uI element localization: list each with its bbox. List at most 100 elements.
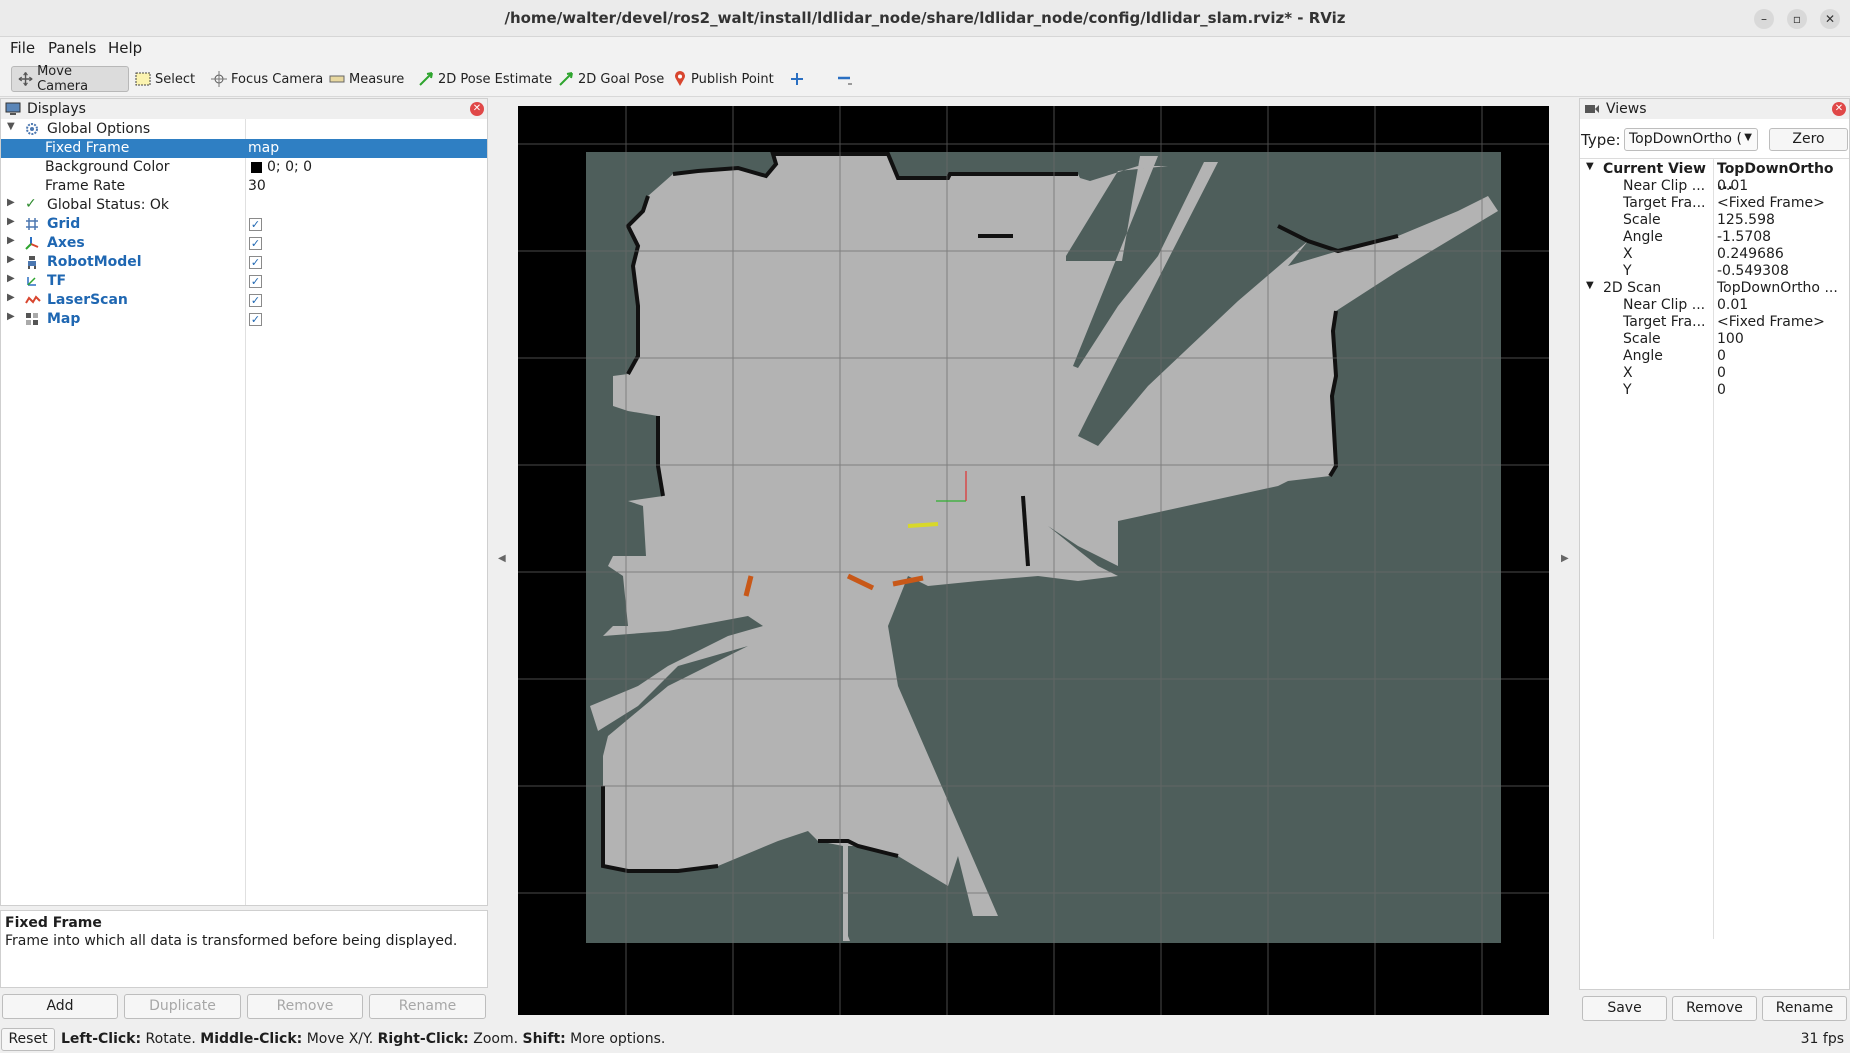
property-row[interactable]: Target Fra... <Fixed Frame> <box>1580 195 1849 212</box>
property-value[interactable]: -0.549308 <box>1717 263 1789 279</box>
expand-arrow-icon[interactable]: ▶ <box>7 273 15 284</box>
remove-view-button[interactable]: Remove <box>1672 996 1757 1021</box>
display-item-tf[interactable]: ▶ TF ✓ <box>1 272 487 291</box>
property-value[interactable]: 100 <box>1717 331 1744 347</box>
property-row[interactable]: Y 0 <box>1580 382 1849 399</box>
property-row[interactable]: Y -0.549308 <box>1580 263 1849 280</box>
help-title: Fixed Frame <box>5 915 102 931</box>
hint-move: Move X/Y. <box>302 1031 378 1047</box>
property-row[interactable]: Near Clip ... 0.01 <box>1580 178 1849 195</box>
minimize-button[interactable]: – <box>1754 9 1774 29</box>
property-value[interactable]: 0 <box>1717 348 1726 364</box>
display-checkbox[interactable]: ✓ <box>249 275 262 288</box>
display-checkbox[interactable]: ✓ <box>249 237 262 250</box>
save-view-button[interactable]: Save <box>1582 996 1667 1021</box>
move-camera-tool[interactable]: Move Camera <box>11 64 129 94</box>
property-value[interactable]: 0.01 <box>1717 297 1748 313</box>
expand-arrow-icon[interactable]: ▶ <box>7 254 15 265</box>
display-item-map[interactable]: ▶ Map ✓ <box>1 310 487 329</box>
collapse-right-icon[interactable]: ▶ <box>1561 553 1569 564</box>
rename-view-button[interactable]: Rename <box>1762 996 1847 1021</box>
pose-estimate-tool[interactable]: 2D Pose Estimate <box>412 66 558 92</box>
property-value[interactable]: <Fixed Frame> <box>1717 195 1825 211</box>
expand-arrow-icon[interactable]: ▼ <box>1586 161 1594 172</box>
expand-arrow-icon[interactable]: ▶ <box>7 292 15 303</box>
scan-view-row[interactable]: ▼ 2D Scan TopDownOrtho ... <box>1580 280 1849 297</box>
property-row[interactable]: Angle 0 <box>1580 348 1849 365</box>
collapse-left-icon[interactable]: ◀ <box>498 553 506 564</box>
focus-camera-tool[interactable]: Focus Camera <box>205 66 329 92</box>
render-viewport[interactable] <box>518 106 1549 1015</box>
display-item-laserscan[interactable]: ▶ LaserScan ✓ <box>1 291 487 310</box>
rename-display-button[interactable]: Rename <box>369 994 486 1019</box>
property-label: Y <box>1623 263 1632 279</box>
hint-left-click: Left-Click: <box>61 1031 142 1047</box>
zero-button[interactable]: Zero <box>1769 128 1848 151</box>
publish-point-tool[interactable]: Publish Point <box>667 66 780 92</box>
display-name: Grid <box>47 216 81 232</box>
frame-rate-row[interactable]: Frame Rate 30 <box>1 177 487 196</box>
menu-help[interactable]: Help <box>108 39 142 57</box>
display-checkbox[interactable]: ✓ <box>249 294 262 307</box>
expand-arrow-icon[interactable]: ▶ <box>7 311 15 322</box>
add-button[interactable]: Add <box>2 994 118 1019</box>
frame-rate-value[interactable]: 30 <box>248 178 266 194</box>
property-label: X <box>1623 246 1633 262</box>
color-swatch[interactable] <box>251 162 262 173</box>
focus-camera-icon <box>211 71 227 87</box>
view-type-select[interactable]: TopDownOrtho ( ▼ <box>1624 128 1758 151</box>
property-row[interactable]: Scale 100 <box>1580 331 1849 348</box>
property-value[interactable]: 0 <box>1717 365 1726 381</box>
background-color-row[interactable]: Background Color 0; 0; 0 <box>1 158 487 177</box>
measure-tool[interactable]: Measure <box>323 66 410 92</box>
maximize-button[interactable]: ▫ <box>1787 9 1807 29</box>
displays-title: Displays <box>27 101 86 117</box>
property-row[interactable]: Target Fra... <Fixed Frame> <box>1580 314 1849 331</box>
fixed-frame-row[interactable]: Fixed Frame map <box>1 139 487 158</box>
background-color-value[interactable]: 0; 0; 0 <box>267 159 312 175</box>
expand-arrow-icon[interactable]: ▼ <box>7 121 15 132</box>
remove-display-button[interactable]: Remove <box>247 994 363 1019</box>
property-row[interactable]: Angle -1.5708 <box>1580 229 1849 246</box>
map-icon <box>26 313 38 325</box>
property-value[interactable]: <Fixed Frame> <box>1717 314 1825 330</box>
expand-arrow-icon[interactable]: ▶ <box>7 197 15 208</box>
add-tool-button[interactable] <box>784 66 810 92</box>
displays-close-icon[interactable]: ✕ <box>470 102 484 116</box>
property-row[interactable]: Scale 125.598 <box>1580 212 1849 229</box>
property-row[interactable]: X 0.249686 <box>1580 246 1849 263</box>
expand-arrow-icon[interactable]: ▶ <box>7 235 15 246</box>
display-checkbox[interactable]: ✓ <box>249 256 262 269</box>
goal-pose-tool[interactable]: 2D Goal Pose <box>552 66 670 92</box>
property-row[interactable]: X 0 <box>1580 365 1849 382</box>
display-checkbox[interactable]: ✓ <box>249 313 262 326</box>
reset-button[interactable]: Reset <box>1 1028 55 1051</box>
menu-panels[interactable]: Panels <box>48 39 96 57</box>
property-row[interactable]: Near Clip ... 0.01 <box>1580 297 1849 314</box>
global-status-row[interactable]: ▶ ✓ Global Status: Ok <box>1 196 487 215</box>
global-options-row[interactable]: ▼ Global Options <box>1 120 487 139</box>
display-item-axes[interactable]: ▶ Axes ✓ <box>1 234 487 253</box>
views-close-icon[interactable]: ✕ <box>1832 102 1846 116</box>
property-value[interactable]: 125.598 <box>1717 212 1775 228</box>
select-tool[interactable]: Select <box>129 66 201 92</box>
check-icon: ✓ <box>25 196 37 212</box>
current-view-row[interactable]: ▼ Current View TopDownOrtho ... <box>1580 161 1849 193</box>
display-item-grid[interactable]: ▶ Grid ✓ <box>1 215 487 234</box>
expand-arrow-icon[interactable]: ▼ <box>1586 280 1594 291</box>
current-view-label: Current View <box>1603 161 1706 177</box>
duplicate-button[interactable]: Duplicate <box>124 994 241 1019</box>
property-value[interactable]: 0.01 <box>1717 178 1748 194</box>
display-checkbox[interactable]: ✓ <box>249 218 262 231</box>
display-item-robotmodel[interactable]: ▶ RobotModel ✓ <box>1 253 487 272</box>
remove-tool-button[interactable] <box>830 66 858 92</box>
property-value[interactable]: -1.5708 <box>1717 229 1771 245</box>
menu-file[interactable]: File <box>10 39 35 57</box>
close-window-button[interactable]: ✕ <box>1820 9 1840 29</box>
hint-more: More options. <box>565 1031 666 1047</box>
expand-arrow-icon[interactable]: ▶ <box>7 216 15 227</box>
display-name: RobotModel <box>47 254 142 270</box>
property-value[interactable]: 0 <box>1717 382 1726 398</box>
fixed-frame-value[interactable]: map <box>248 140 279 156</box>
property-value[interactable]: 0.249686 <box>1717 246 1784 262</box>
